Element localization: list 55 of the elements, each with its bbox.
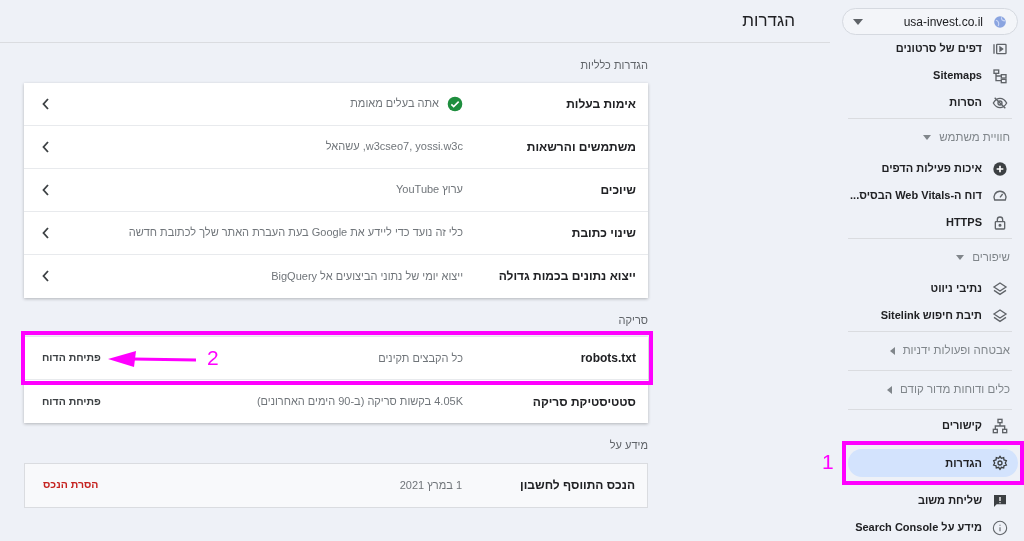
layers-icon — [992, 307, 1008, 324]
sidebar-item[interactable]: איכות פעילות הדפים — [848, 155, 1018, 182]
setting-label: שינוי כתובת — [570, 224, 636, 242]
open-report-link[interactable]: פתיחת הדוח — [42, 393, 101, 410]
sidebar-item[interactable]: Sitemaps — [848, 62, 1018, 89]
sidebar-item[interactable]: מידע על Search Console — [848, 514, 1018, 541]
sidebar-item[interactable]: קישורים — [848, 412, 1018, 439]
setting-label: סטטיסטיקת סריקה — [531, 393, 636, 411]
setting-value: ייצוא יומי של נתוני הביצועים אל BigQuery — [271, 268, 463, 284]
lock-icon — [992, 214, 1008, 231]
network-icon — [992, 417, 1008, 434]
open-report-link[interactable]: פתיחת הדוח — [42, 350, 101, 366]
sidebar-item[interactable]: נתיבי ניווט — [848, 275, 1018, 302]
chevron-icon[interactable] — [42, 270, 50, 282]
chevron-icon[interactable] — [42, 140, 50, 153]
section-title: סריקה — [617, 312, 648, 328]
chevron-icon[interactable] — [42, 183, 50, 196]
setting-value: 4.05K בקשות סריקה (ב-90 הימים האחרונים) — [256, 394, 463, 410]
sidebar-item[interactable]: דפים של סרטונים — [848, 35, 1018, 62]
sidebar-item[interactable]: תיבת חיפוש Sitelink — [848, 302, 1018, 329]
remove-property-link[interactable]: הסרת הנכס — [43, 477, 99, 493]
setting-label: הנכס התווסף לחשבון — [519, 477, 635, 494]
sidebar-item[interactable]: הסרות — [848, 89, 1018, 116]
annotation-number: 2 — [207, 347, 219, 368]
chevron-icon[interactable] — [42, 226, 50, 239]
section-title: הגדרות כלליות — [579, 58, 648, 73]
section-title: מידע על — [608, 438, 648, 453]
setting-label: robots.txt — [579, 350, 636, 367]
globe-icon — [993, 14, 1007, 29]
layers-icon — [992, 280, 1008, 297]
page-title: הגדרות — [742, 10, 795, 33]
setting-label: ייצוא נתונים בכמות גדולה — [497, 268, 636, 285]
dropdown-caret-icon — [853, 18, 863, 25]
setting-value: 1 במרץ 2021 — [399, 477, 462, 493]
sidebar-item[interactable]: דוח ה-Web Vitals הבסיס... — [848, 182, 1018, 209]
setting-label: אימות בעלות — [565, 95, 636, 113]
plus-circle-icon — [992, 160, 1008, 177]
setting-value: אתה בעלים מאומת — [350, 96, 439, 112]
setting-label: משתמשים והרשאות — [525, 138, 636, 156]
property-name: usa-invest.co.il — [902, 13, 983, 31]
setting-value: ערוץ YouTube — [396, 182, 463, 198]
setting-label: שיוכים — [599, 181, 636, 199]
info-icon — [992, 519, 1008, 536]
settings-icon — [992, 455, 1008, 471]
setting-value: w3cseo7, yossi.w3c, עשהאל — [325, 139, 463, 155]
property-selector[interactable]: usa-invest.co.il — [842, 8, 1018, 35]
setting-value: כלי זה נועד כדי ליידע את Google בעת העברת האתר שלך לכתובת חדשה — [128, 225, 463, 241]
feedback-icon — [992, 492, 1008, 509]
setting-value: כל הקבצים תקינים — [378, 350, 463, 366]
annotation-number: 1 — [822, 451, 834, 472]
sitemap-icon — [992, 67, 1008, 84]
chevron-icon[interactable] — [42, 97, 50, 110]
sidebar-item[interactable]: שליחת משוב — [848, 487, 1018, 514]
sidebar-item[interactable]: HTTPS — [848, 209, 1018, 236]
sidebar-item[interactable]: הגדרות — [848, 449, 1018, 477]
